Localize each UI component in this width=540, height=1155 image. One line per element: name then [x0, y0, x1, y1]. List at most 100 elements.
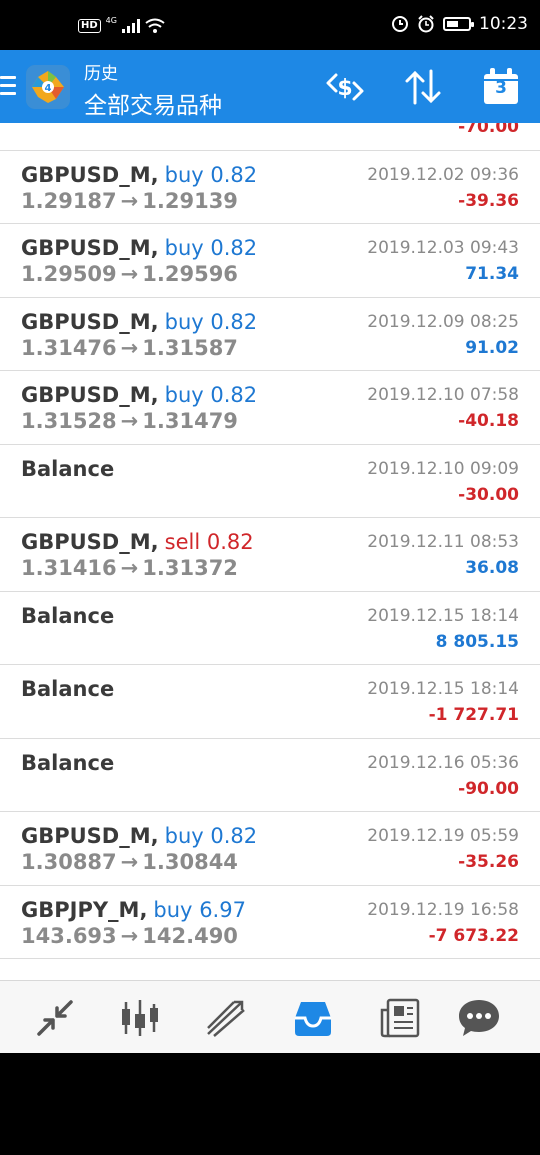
trade-volume: 0.82 [210, 236, 258, 260]
trade-side: buy [164, 824, 204, 848]
open-price: 1.29187 [21, 188, 117, 213]
signal-icon [121, 19, 140, 33]
quotes-icon[interactable] [33, 996, 77, 1040]
trade-side: buy [164, 236, 204, 260]
trade-side: buy [164, 383, 204, 407]
deal-time: 2019.12.10 09:09 [367, 458, 519, 479]
buy-label: buy 0.82 [165, 383, 258, 407]
row-title: Balance [21, 677, 115, 701]
trade-row[interactable]: GBPUSD_M, buy 0.82 1.31528 → 1.31479 2019.12.… [0, 371, 540, 445]
trade-row[interactable]: GBPJPY_M, buy 6.97 143.693 → 142.490 2019.12.… [0, 886, 540, 959]
deal-time: 2019.12.19 16:58 [367, 899, 519, 920]
buy-label: buy 0.82 [165, 236, 258, 260]
arrow-right-icon: → [120, 335, 139, 360]
deal-profit: 8 805.15 [435, 631, 519, 652]
deal-profit: 71.34 [465, 264, 519, 284]
row-title: GBPUSD_M, sell 0.82 [21, 530, 254, 554]
trade-row[interactable]: GBPUSD_M, buy 0.82 1.29187 → 1.29139 2019.12.… [0, 151, 540, 224]
status-right: 10:23 [391, 14, 528, 34]
trade-volume: 0.82 [206, 530, 254, 554]
close-price: 1.31479 [142, 409, 238, 433]
deal-time: 2019.12.03 09:43 [367, 238, 519, 258]
history-icon[interactable] [291, 996, 335, 1040]
price-range: 1.31416 → 1.31372 [21, 556, 238, 580]
row-title: Balance [21, 456, 115, 481]
open-price: 143.693 [21, 923, 117, 948]
trade-volume: 6.97 [199, 897, 246, 922]
symbol-filter[interactable]: 全部交易品种 [84, 86, 222, 120]
arrow-right-icon: → [120, 409, 139, 433]
balance-row[interactable]: Balance 2019.12.16 05:36 -90.00 [0, 739, 540, 812]
currency-exchange-icon[interactable]: $ [324, 67, 366, 107]
trade-side: buy [153, 897, 193, 922]
news-icon[interactable] [378, 996, 422, 1040]
price-range: 1.29187 → 1.29139 [21, 189, 238, 213]
sort-icon[interactable] [402, 67, 444, 107]
price-range: 1.30887 → 1.30844 [21, 850, 238, 874]
balance-row[interactable]: Balance 2019.12.15 18:14 -1 727.71 [0, 665, 540, 739]
balance-row[interactable]: Balance 2019.12.10 09:09 -30.00 [0, 445, 540, 518]
symbol-name: GBPUSD_M, [21, 383, 159, 407]
hd-badge: HD [78, 19, 101, 33]
close-price: 1.31372 [142, 556, 238, 580]
trade-row[interactable]: GBPUSD_M, sell 0.82 1.31416 → 1.31372 2019.12… [0, 518, 540, 592]
close-price: 142.490 [142, 923, 238, 948]
trade-row[interactable]: GBPUSD_M, buy 0.82 1.31476 → 1.31587 2019.12.… [0, 298, 540, 371]
deal-time: 2019.12.09 08:25 [367, 311, 519, 332]
deal-profit: -7 673.22 [428, 925, 519, 946]
trade-icon[interactable] [204, 996, 248, 1040]
deal-profit: -39.36 [458, 190, 519, 211]
price-range: 1.29509 → 1.29596 [21, 262, 238, 286]
row-title: GBPJPY_M, buy 6.97 [21, 898, 246, 922]
open-price: 1.29509 [21, 262, 117, 286]
data-saver-icon [392, 16, 408, 32]
deal-time: 2019.12.02 09:36 [367, 164, 519, 185]
arrow-right-icon: → [120, 850, 139, 874]
deal-time: 2019.12.16 05:36 [367, 752, 519, 773]
row-title: Balance [21, 603, 115, 628]
alarm-icon [418, 15, 434, 33]
calendar-icon[interactable]: 3 [482, 66, 520, 106]
arrow-right-icon: → [120, 556, 139, 580]
symbol-name: GBPUSD_M, [21, 162, 159, 187]
battery-level [447, 21, 458, 27]
history-list-viewport[interactable]: Balance2019.12.02 06:27-70.00GBPUSD_M,bu… [0, 123, 540, 980]
close-price: 1.31587 [142, 335, 238, 360]
symbol-name: GBPUSD_M, [21, 824, 159, 848]
deal-profit: -30.00 [458, 484, 519, 505]
close-price: 1.29139 [142, 188, 238, 213]
row-title: GBPUSD_M, buy 0.82 [21, 236, 257, 260]
trade-volume: 0.82 [210, 162, 258, 187]
balance-row[interactable]: Balance 2019.12.15 18:14 8 805.15 [0, 592, 540, 665]
chat-icon[interactable] [457, 996, 501, 1040]
deal-profit: 91.02 [465, 337, 519, 358]
trade-side: buy [164, 309, 204, 334]
app-bar: 4 历史 全部交易品种 $ 3 [0, 50, 540, 123]
balance-row[interactable]: Balance2019.12.02 06:27-70.00 [0, 123, 540, 151]
open-price: 1.31476 [21, 335, 117, 360]
open-price: 1.30887 [21, 850, 117, 874]
trade-row[interactable]: GBPUSD_M, buy 0.82 1.29509 → 1.29596 2019.12.… [0, 224, 540, 298]
network-type: 4G [105, 16, 117, 25]
deal-list: Balance2019.12.02 06:27-70.00GBPUSD_M,bu… [0, 123, 540, 959]
open-price: 1.31416 [21, 556, 117, 580]
deal-profit: -40.18 [458, 411, 519, 431]
deal-profit: -70.00 [458, 123, 519, 137]
symbol-name: GBPUSD_M, [21, 530, 159, 554]
deal-profit: 36.08 [465, 558, 519, 578]
buy-label: buy 0.82 [165, 824, 258, 848]
chart-icon[interactable] [118, 996, 162, 1040]
symbol-name: GBPUSD_M, [21, 309, 159, 334]
arrow-right-icon: → [120, 262, 139, 286]
close-price: 1.29596 [142, 262, 238, 286]
trade-side: buy [164, 162, 204, 187]
sell-label: sell 0.82 [165, 530, 254, 554]
svg-text:$: $ [337, 76, 352, 101]
menu-icon[interactable] [0, 76, 16, 98]
deal-profit: -90.00 [458, 778, 519, 799]
row-title: GBPUSD_M, buy 0.82 [21, 163, 257, 187]
buy-label: buy 6.97 [153, 898, 246, 922]
trade-row[interactable]: GBPUSD_M, buy 0.82 1.30887 → 1.30844 2019.12.… [0, 812, 540, 886]
row-title: GBPUSD_M, buy 0.82 [21, 824, 257, 848]
bottom-tab-bar [0, 980, 540, 1053]
